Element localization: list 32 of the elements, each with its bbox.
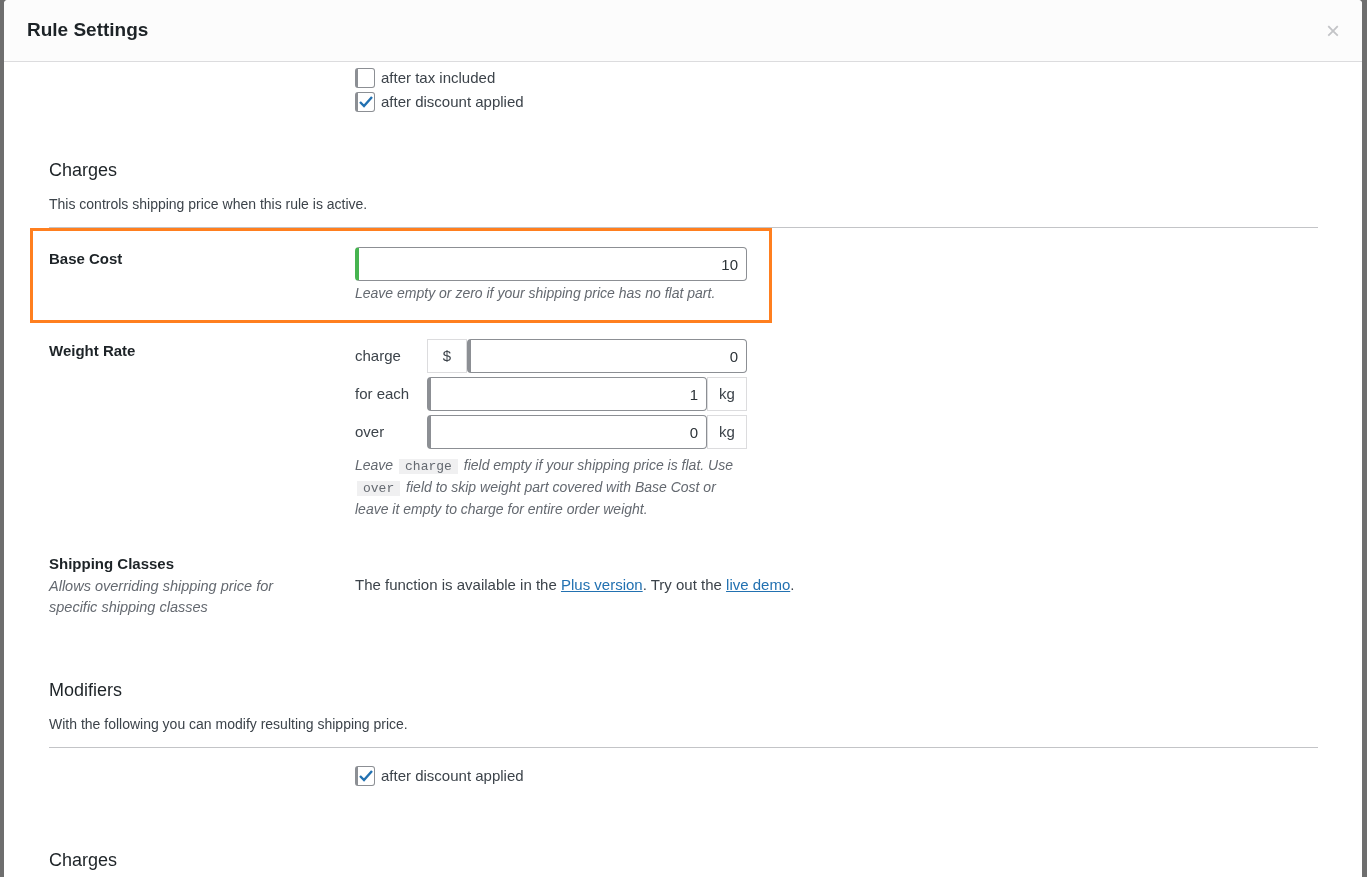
row-label: Base Cost: [49, 249, 124, 269]
checkbox[interactable]: [355, 92, 375, 112]
section-title: Charges: [49, 849, 119, 872]
section-title: Charges: [49, 159, 119, 182]
number-field[interactable]: 1: [427, 377, 707, 411]
field-label: over: [355, 421, 386, 442]
number-field[interactable]: 10: [355, 247, 747, 281]
unit-addon: kg: [707, 415, 747, 449]
number-field[interactable]: 0: [427, 415, 707, 449]
upgrade-notice: The function is available in the Plus version. Try out the live demo.: [355, 574, 795, 595]
currency-addon: $: [427, 339, 467, 373]
dialog-title: Rule Settings: [27, 18, 149, 43]
row-label: Shipping Classes: [49, 554, 176, 574]
checkmark-icon: [359, 96, 373, 108]
field-hint: Leave charge field empty if your shipping price is flat. Use over field to skip weight part covered with Base Cost or leave it empty to charge for entire order weight.: [355, 456, 734, 519]
checkbox[interactable]: [355, 766, 375, 786]
checkbox-label: after tax included: [381, 67, 496, 88]
section-description: This controls shipping price when this rule is active.: [49, 195, 369, 214]
checkmark-icon: [359, 770, 373, 782]
unit-addon: kg: [707, 377, 747, 411]
row-label: Weight Rate: [49, 341, 137, 361]
section-title: Modifiers: [49, 679, 124, 702]
checkbox[interactable]: [355, 68, 375, 88]
link[interactable]: Plus version: [560, 575, 643, 593]
field-label: for each: [355, 383, 411, 404]
checkbox-label: after discount applied: [381, 91, 524, 112]
field-label: charge: [355, 345, 402, 366]
row-description: Allows overriding shipping price for specific shipping classes: [49, 577, 275, 617]
section-description: With the following you can modify resulting shipping price.: [49, 715, 409, 734]
checkbox-label: after discount applied: [381, 765, 524, 786]
field-hint: Leave empty or zero if your shipping price has no flat part.: [355, 284, 717, 303]
number-field[interactable]: 0: [467, 339, 747, 373]
